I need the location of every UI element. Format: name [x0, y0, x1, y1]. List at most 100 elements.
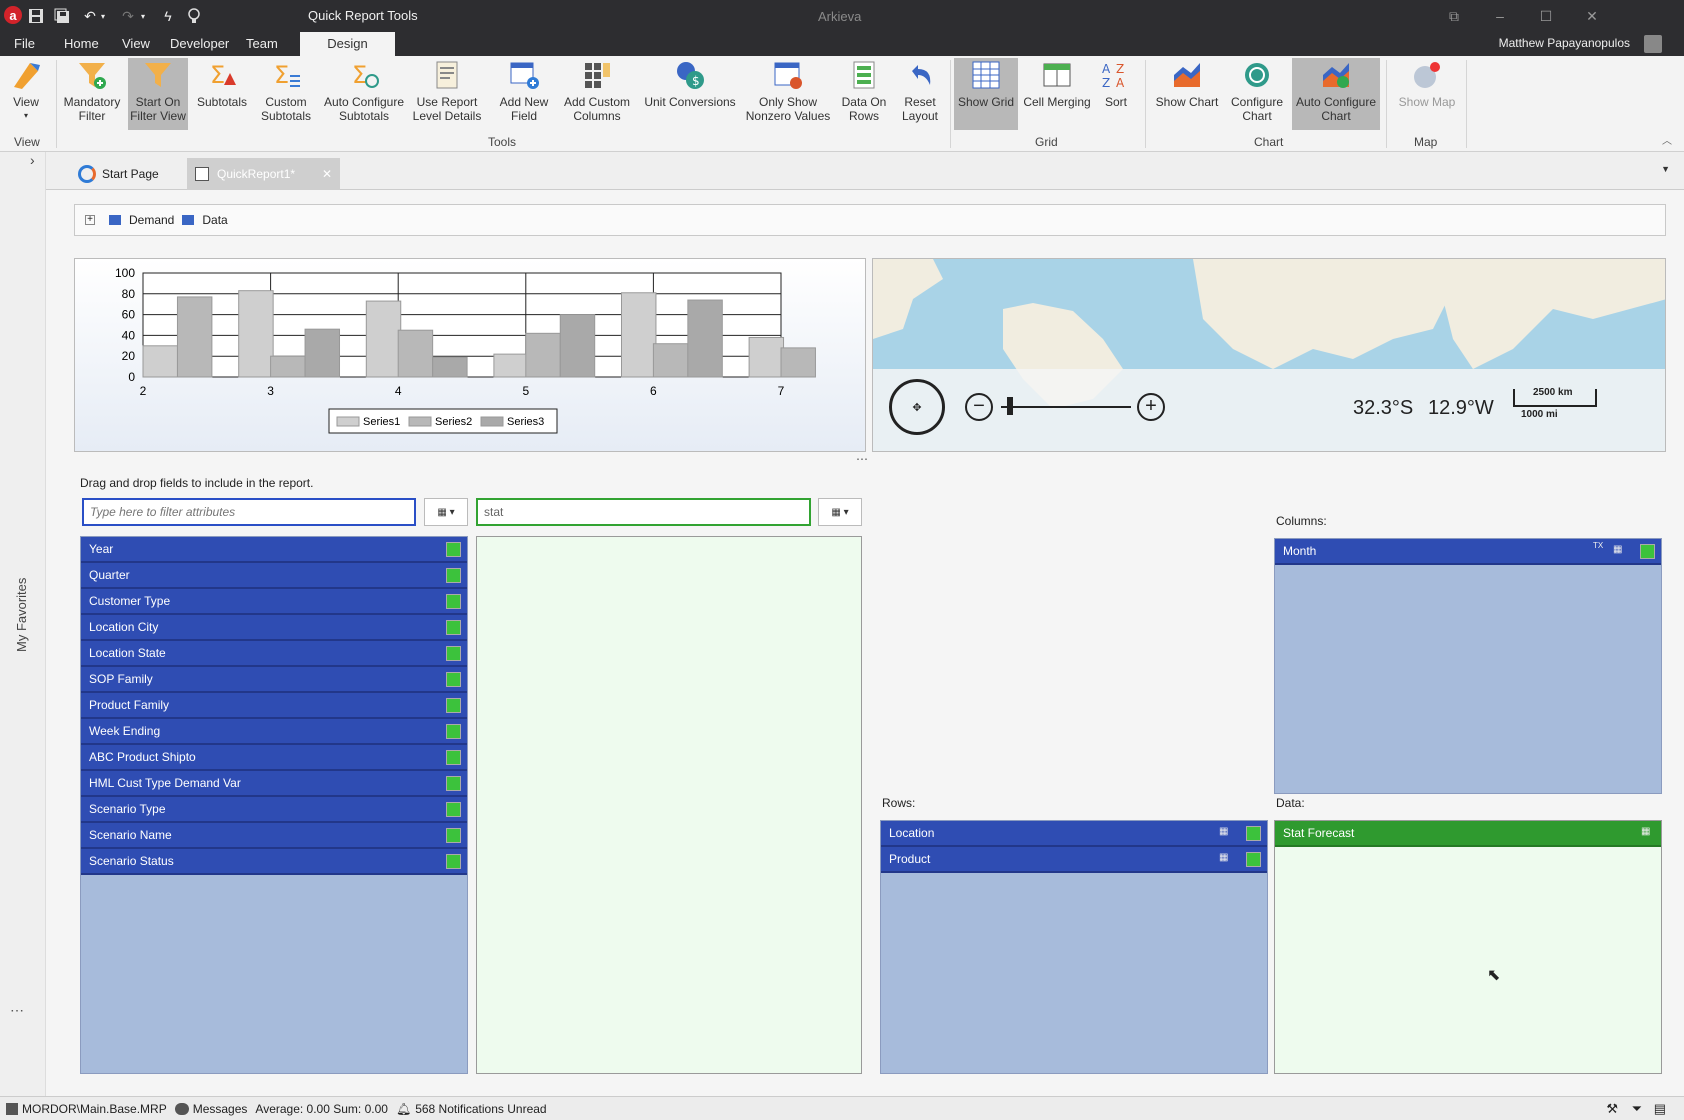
- field-checkbox[interactable]: [446, 802, 461, 817]
- redo-dropdown-icon[interactable]: ▾: [138, 6, 148, 26]
- save-all-icon[interactable]: [52, 6, 72, 26]
- attribute-field[interactable]: Scenario Status: [81, 849, 467, 875]
- zoom-in-icon[interactable]: +: [1137, 393, 1165, 421]
- field-checkbox[interactable]: [446, 542, 461, 557]
- columns-drop-area[interactable]: Month TX ▦: [1274, 538, 1662, 794]
- restore-ribbon-icon[interactable]: ⧉: [1442, 6, 1466, 26]
- field-checkbox[interactable]: [446, 724, 461, 739]
- close-icon[interactable]: ✕: [1580, 6, 1604, 26]
- mandatory-filter-button[interactable]: Mandatory Filter: [62, 58, 122, 130]
- attribute-field[interactable]: Scenario Type: [81, 797, 467, 823]
- app-logo[interactable]: a: [4, 6, 22, 24]
- tab-team[interactable]: Team: [246, 36, 278, 51]
- splitter-handle-icon[interactable]: ⋯: [856, 452, 868, 466]
- attribute-field[interactable]: Week Ending: [81, 719, 467, 745]
- undo-dropdown-icon[interactable]: ▾: [98, 6, 108, 26]
- field-checkbox[interactable]: [446, 776, 461, 791]
- data-drop-area[interactable]: Stat Forecast ▦ ⬉: [1274, 820, 1662, 1074]
- status-database[interactable]: MORDOR\Main.Base.MRP: [22, 1102, 167, 1116]
- attribute-field[interactable]: Customer Type: [81, 589, 467, 615]
- more-options-icon[interactable]: ⋯: [10, 1002, 24, 1019]
- field-checkbox[interactable]: [446, 750, 461, 765]
- column-field-month[interactable]: Month TX ▦: [1275, 539, 1661, 565]
- attribute-field[interactable]: Location City: [81, 615, 467, 641]
- field-checkbox[interactable]: [446, 698, 461, 713]
- panel-icon[interactable]: ▤: [1654, 1101, 1666, 1117]
- field-settings-icon[interactable]: ▦: [1641, 826, 1655, 841]
- user-name[interactable]: Matthew Papayanopulos: [1499, 36, 1630, 50]
- field-checkbox[interactable]: [446, 594, 461, 609]
- attribute-options-button[interactable]: ▦ ▾: [424, 498, 468, 526]
- field-settings-icon[interactable]: ▦: [1613, 544, 1627, 559]
- close-tab-icon[interactable]: ✕: [322, 167, 332, 181]
- attribute-field[interactable]: Year: [81, 537, 467, 563]
- field-checkbox[interactable]: [446, 828, 461, 843]
- rows-drop-area[interactable]: Location ▦ Product ▦: [880, 820, 1268, 1074]
- field-checkbox[interactable]: [446, 854, 461, 869]
- field-settings-icon[interactable]: ▦: [1219, 826, 1233, 841]
- show-chart-button[interactable]: Show Chart: [1152, 58, 1222, 130]
- field-checkbox[interactable]: [446, 672, 461, 687]
- zoom-slider[interactable]: [1001, 406, 1131, 408]
- configure-chart-button[interactable]: Configure Chart: [1226, 58, 1288, 130]
- attribute-field[interactable]: Location State: [81, 641, 467, 667]
- attribute-field[interactable]: Quarter: [81, 563, 467, 589]
- field-checkbox[interactable]: [1640, 544, 1655, 559]
- data-filter-input[interactable]: [476, 498, 811, 526]
- status-messages[interactable]: Messages: [193, 1102, 248, 1116]
- field-checkbox[interactable]: [446, 620, 461, 635]
- use-report-level-details-button[interactable]: Use Report Level Details: [412, 58, 482, 130]
- lightning-icon[interactable]: ϟ: [158, 6, 178, 26]
- expand-sidebar-icon[interactable]: ›: [30, 152, 35, 168]
- filter-icon[interactable]: ⏷: [1632, 1101, 1642, 1117]
- favorites-label[interactable]: My Favorites: [14, 578, 29, 652]
- tabs-dropdown-icon[interactable]: ▼: [1661, 164, 1670, 174]
- field-checkbox[interactable]: [1246, 826, 1261, 841]
- only-show-nonzero-values-button[interactable]: Only Show Nonzero Values: [744, 58, 832, 130]
- sort-button[interactable]: AZZA Sort: [1096, 58, 1136, 130]
- save-icon[interactable]: [26, 6, 46, 26]
- chart-panel[interactable]: 0 20 40 60 80 100 2 3 4 5 6 7 Series1 Series2 Series3: [74, 258, 866, 452]
- data-on-rows-button[interactable]: Data On Rows: [838, 58, 890, 130]
- row-field-product[interactable]: Product ▦: [881, 847, 1267, 873]
- tx-icon[interactable]: TX: [1593, 541, 1607, 556]
- field-checkbox[interactable]: [446, 568, 461, 583]
- tab-developer[interactable]: Developer: [170, 36, 229, 51]
- tab-quickreport[interactable]: QuickReport1* ✕: [187, 158, 340, 190]
- row-field-location[interactable]: Location ▦: [881, 821, 1267, 847]
- cell-merging-button[interactable]: Cell Merging: [1022, 58, 1092, 130]
- zoom-slider-thumb[interactable]: [1007, 397, 1013, 415]
- view-button[interactable]: View ▾: [4, 58, 48, 130]
- attribute-field[interactable]: Product Family: [81, 693, 467, 719]
- breadcrumb-demand[interactable]: Demand: [129, 213, 174, 227]
- tab-home[interactable]: Home: [64, 36, 99, 51]
- expand-tree-icon[interactable]: +: [85, 215, 95, 225]
- show-grid-button[interactable]: Show Grid: [954, 58, 1018, 130]
- add-new-field-button[interactable]: Add New Field: [494, 58, 554, 130]
- field-checkbox[interactable]: [1246, 852, 1261, 867]
- maximize-icon[interactable]: ☐: [1534, 6, 1558, 26]
- attribute-field[interactable]: HML Cust Type Demand Var: [81, 771, 467, 797]
- pan-control-icon[interactable]: ✥: [889, 379, 945, 435]
- undo-icon[interactable]: ↶: [80, 6, 100, 26]
- tools-icon[interactable]: ⚒: [1606, 1101, 1618, 1117]
- add-custom-columns-button[interactable]: Add Custom Columns: [560, 58, 634, 130]
- unit-conversions-button[interactable]: $ Unit Conversions: [640, 58, 740, 130]
- show-map-button[interactable]: Show Map: [1392, 58, 1462, 130]
- tab-view[interactable]: View: [122, 36, 150, 51]
- redo-icon[interactable]: ↷: [118, 6, 138, 26]
- collapse-ribbon-icon[interactable]: ︿: [1662, 132, 1672, 147]
- auto-configure-subtotals-button[interactable]: Σ Auto Configure Subtotals: [322, 58, 406, 130]
- start-on-filter-view-button[interactable]: Start On Filter View: [128, 58, 188, 130]
- custom-subtotals-button[interactable]: Σ Custom Subtotals: [256, 58, 316, 130]
- attribute-field[interactable]: Scenario Name: [81, 823, 467, 849]
- data-field-stat-forecast[interactable]: Stat Forecast ▦: [1275, 821, 1661, 847]
- avatar[interactable]: [1644, 35, 1662, 53]
- minimize-icon[interactable]: –: [1488, 6, 1512, 26]
- tab-file[interactable]: File: [14, 36, 35, 51]
- breadcrumb-data[interactable]: Data: [202, 213, 227, 227]
- data-options-button[interactable]: ▦ ▾: [818, 498, 862, 526]
- reset-layout-button[interactable]: Reset Layout: [894, 58, 946, 130]
- tab-design[interactable]: Design: [300, 32, 395, 56]
- tab-start-page[interactable]: Start Page: [70, 158, 167, 190]
